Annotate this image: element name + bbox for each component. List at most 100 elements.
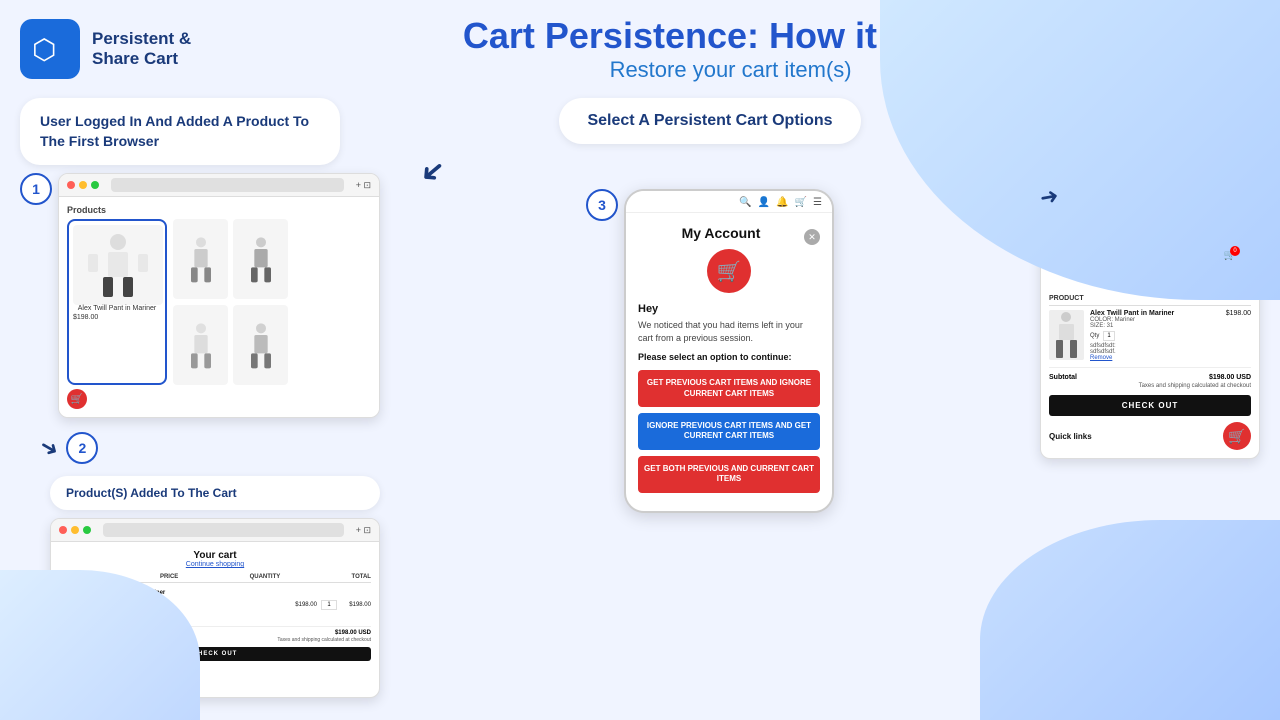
phone-top-bar: 🔍 👤 🔔 🛒 ☰ [626,191,832,213]
product-image-1 [73,225,163,305]
url-bar [111,178,344,192]
btn-ignore-previous[interactable]: IGNORE PREVIOUS CART ITEMS AND GET CURRE… [638,413,820,450]
cart-prod-price: $198.00 [287,602,317,608]
cart-qty[interactable]: 1 [321,600,337,610]
dot-green-2 [83,526,91,534]
step1-badge: 1 [20,173,52,205]
dot-yellow [79,181,87,189]
page-content: ⬡ Persistent & Share Cart Cart Persisten… [0,0,1280,720]
person4-svg [181,320,221,370]
device2-subtotal: Subtotal $198.00 USD [1049,374,1251,381]
btn-get-previous[interactable]: GET PREVIOUS CART ITEMS AND IGNORE CURRE… [638,370,820,407]
product-row-3 [173,305,288,385]
device2-img-container [1049,310,1084,360]
person2-svg [181,234,221,284]
dot-yellow-2 [71,526,79,534]
logo-icon: ⬡ [32,33,56,66]
step1-browser: + ⊡ Products [58,173,380,418]
person3-svg [241,234,281,284]
logo-box: ⬡ [20,19,80,79]
dot-green [91,181,99,189]
dot-red-2 [59,526,67,534]
step2-area: ➜ 2 [20,432,380,464]
logo-label: Persistent & Share Cart [92,29,191,70]
product-card-3 [233,219,288,299]
step1-row: 1 + ⊡ Products [20,173,380,418]
device2-prod-name: Alex Twill Pant in Mariner [1090,310,1220,317]
close-icon[interactable]: ✕ [804,229,820,245]
btn-get-both[interactable]: GET BOTH PREVIOUS AND CURRENT CART ITEMS [638,456,820,493]
browser1-bar: + ⊡ [59,174,379,197]
product-card-main: Alex Twill Pant in Mariner $198.00 [67,219,167,385]
device2-prod-svg [1049,310,1084,360]
col-total: TOTAL [352,574,371,580]
step3-area: 3 🔍 👤 🔔 🛒 ☰ My Account [586,189,834,513]
bell-icon: 🔔 [776,197,788,208]
search-icon: 🔍 [739,197,751,208]
qty-label: Qty [1090,333,1099,339]
device2-cart-icon: 🛒0 [1224,250,1236,261]
phone-hey: Hey [638,303,820,315]
product-price-1: $198.00 [73,314,161,321]
quick-links-row: Quick links 🛒 [1049,422,1251,450]
cart-count-badge: 0 [1230,246,1240,256]
col-quantity: QUANTITY [250,574,281,580]
products-label: Products [67,205,371,215]
phone-cart-icon: 🛒 [707,249,751,293]
cart-title: Your cart [59,550,371,561]
dot-red [67,181,75,189]
select-options-label: Select A Persistent Cart Options [559,98,860,144]
product-grid-right [173,219,288,385]
phone-account-header: My Account ✕ [638,225,820,249]
product-row-2 [173,219,288,299]
phone-mockup: 🔍 👤 🔔 🛒 ☰ My Account ✕ 🛒 [624,189,834,513]
person5-svg [241,320,281,370]
device2-prod-image [1049,310,1084,360]
product-grid: Alex Twill Pant in Mariner $198.00 [67,219,371,385]
device2-qty[interactable]: 1 [1103,331,1114,341]
product-card-5 [233,305,288,385]
person-svg [83,230,153,300]
product-card-4 [173,305,228,385]
device2-cart-row: Alex Twill Pant in Mariner COLOR: Marine… [1049,310,1251,368]
browser2-controls: + ⊡ [356,525,371,536]
logo-text: Persistent & Share Cart [92,29,191,70]
cart-prod-total: $198.00 [341,602,371,608]
device2-taxes: Taxes and shipping calculated at checkou… [1049,383,1251,389]
device2-col-product: PRODUCT [1049,295,1084,302]
quick-links-label: Quick links [1049,432,1092,441]
device2-subtotal-label: Subtotal [1049,374,1077,381]
menu-icon: ☰ [813,197,822,208]
step3-badge: 3 [586,189,618,221]
phone-body: My Account ✕ 🛒 Hey We noticed that you h… [626,213,832,511]
device2-remove[interactable]: Remove [1090,355,1220,361]
product-card-2 [173,219,228,299]
url-bar-2 [103,523,344,537]
device2-qty-row: Qty 1 [1090,331,1220,341]
phone-container: 🔍 👤 🔔 🛒 ☰ My Account ✕ 🛒 [624,189,834,513]
device2-subtotal-value: $198.00 USD [1209,374,1251,381]
device2-prod-info: Alex Twill Pant in Mariner COLOR: Marine… [1090,310,1220,361]
arrow-step2-3: ➜ [412,150,454,193]
cart-button-1[interactable]: 🛒 [67,389,87,409]
arrow-down: ➜ [35,432,64,464]
phone-select-msg: Please select an option to continue: [638,352,820,362]
product-added-label: Product(S) Added To The Cart [50,476,380,510]
step2-badge: 2 [66,432,98,464]
device2-prod-price: $198.00 [1226,310,1251,317]
cart-icon: 🛒 [795,197,807,208]
step1-label-box: User Logged In And Added A Product To Th… [20,98,340,165]
col-price: PRICE [160,574,178,580]
phone-message: We noticed that you had items left in yo… [638,319,820,344]
device2-prod-size: SIZE: 31 [1090,323,1220,329]
product-name-1: Alex Twill Pant in Mariner [73,305,161,313]
my-account-title: My Account [638,225,804,241]
checkout-btn-device2[interactable]: CHECK OUT [1049,395,1251,416]
browser1-body: Products [59,197,379,417]
subtotal-value: $198.00 USD [335,630,371,636]
browser-controls: + ⊡ [356,180,371,191]
cart-continue[interactable]: Continue shopping [59,561,371,568]
device2-cart-btn[interactable]: 🛒 [1223,422,1251,450]
person-icon: 👤 [758,197,770,208]
browser2-bar: + ⊡ [51,519,379,542]
